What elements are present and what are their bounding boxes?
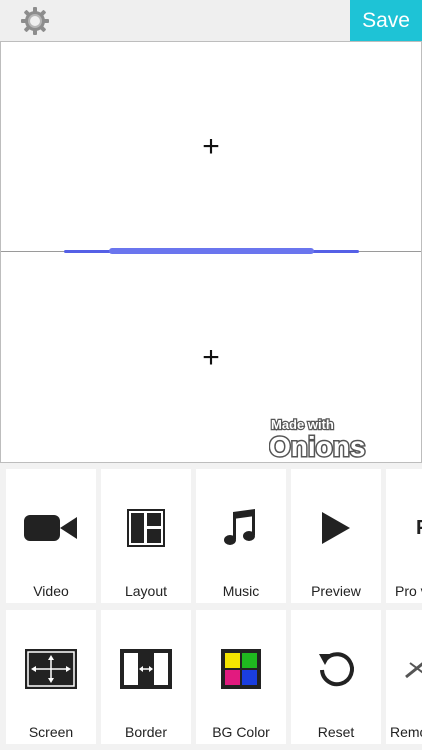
tool-tray: Video Layout Music Preview Pro Screen Bo… [0, 463, 422, 750]
music-tool-label: Music [222, 583, 260, 599]
add-video-plus-icon[interactable]: + [202, 132, 220, 162]
add-video-plus-icon[interactable]: + [202, 342, 220, 373]
pro-tool-button[interactable]: P Pro v [386, 469, 422, 603]
border-icon [101, 638, 191, 700]
pro-tool-label: Pro v [395, 583, 422, 599]
preview-tool-button[interactable]: Preview [291, 469, 381, 603]
remove-watermark-tool-button[interactable]: Remo [386, 610, 422, 744]
play-icon [291, 497, 381, 559]
border-tool-button[interactable]: Border [101, 610, 191, 744]
top-bar: Save [0, 0, 422, 41]
save-button[interactable]: Save [350, 0, 422, 41]
remove-watermark-icon [386, 638, 422, 700]
divider-drag-handle[interactable] [109, 248, 314, 254]
screen-tool-button[interactable]: Screen [6, 610, 96, 744]
layout-tool-button[interactable]: Layout [101, 469, 191, 603]
top-video-slot[interactable]: + [1, 42, 421, 252]
preview-tool-label: Preview [311, 583, 361, 599]
video-tool-label: Video [33, 583, 69, 599]
bg-color-tool-label: BG Color [212, 724, 270, 740]
reset-icon [291, 638, 381, 700]
remove-watermark-tool-label: Remo [390, 724, 422, 740]
layout-icon [101, 497, 191, 559]
reset-tool-button[interactable]: Reset [291, 610, 381, 744]
pro-icon: P [386, 497, 422, 559]
made-with-onions-watermark[interactable]: Made with Onions [269, 416, 405, 460]
screen-expand-icon [6, 638, 96, 700]
reset-tool-label: Reset [317, 724, 355, 740]
music-note-icon [196, 497, 286, 559]
bg-color-tool-button[interactable]: BG Color [196, 610, 286, 744]
border-tool-label: Border [124, 724, 168, 740]
color-grid-icon [196, 638, 286, 700]
video-camera-icon [6, 497, 96, 559]
watermark-line1: Made with [271, 417, 334, 432]
watermark-line2: Onions [269, 431, 365, 460]
music-tool-button[interactable]: Music [196, 469, 286, 603]
screen-tool-label: Screen [28, 724, 74, 740]
video-tool-button[interactable]: Video [6, 469, 96, 603]
collage-canvas: + + Made with Onions [0, 41, 422, 463]
layout-tool-label: Layout [124, 583, 168, 599]
gear-icon[interactable] [20, 6, 50, 36]
